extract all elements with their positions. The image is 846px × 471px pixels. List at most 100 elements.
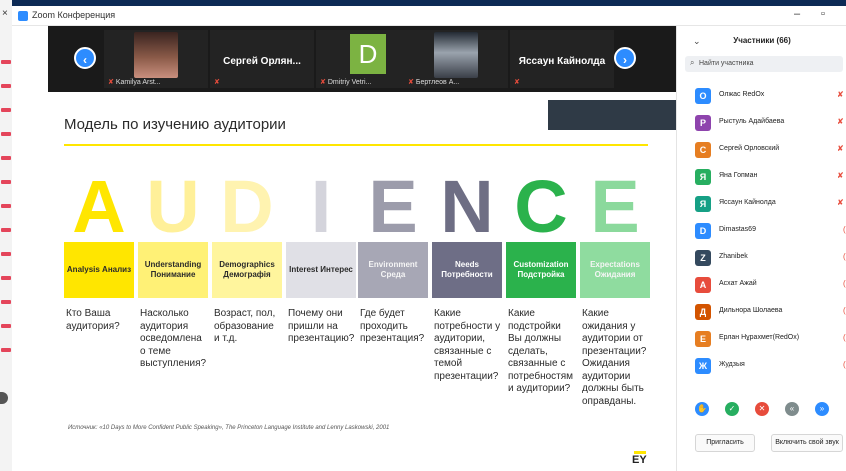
video-tile[interactable]: Яссаун Кайнолда ✘ (510, 30, 614, 88)
desktop-handle[interactable] (0, 392, 8, 404)
audience-column: E Environment Среда Где будет проходить пр… (358, 174, 428, 346)
participant-row[interactable]: Я Яссаун Кайнолда ✘ (677, 194, 846, 214)
zoom-logo-icon (18, 11, 28, 21)
participant-name: Олжас RedOx (719, 91, 765, 98)
mic-muted-icon: ✘ (514, 79, 520, 86)
mic-muted-icon: ( (843, 360, 846, 369)
participant-search-input[interactable]: ⌕ Найти участника (685, 56, 843, 72)
zoom-window: Zoom Конференция – ▫ ‹ ✘ Kamilya Arst... … (12, 6, 846, 471)
tile-caption: Бертлеов А... (415, 79, 460, 86)
avatar: Ж (695, 358, 711, 374)
audience-description: Какие потребности у аудитории, связанные… (434, 308, 501, 382)
prev-page-button[interactable]: ‹ (74, 47, 96, 69)
desktop-marker (1, 324, 11, 328)
video-tile[interactable]: ✘ Бертлеов А... (404, 30, 508, 88)
avatar: Я (695, 169, 711, 185)
avatar: P (695, 115, 711, 131)
avatar: Д (695, 304, 711, 320)
avatar: С (695, 142, 711, 158)
audience-description: Возраст, пол, образование и т.д. (214, 308, 276, 344)
participant-name: Zhanibek (719, 253, 748, 260)
slide-source: Источник: «10 Days to More Confident Pub… (68, 425, 390, 431)
participant-row[interactable]: Ж Жудзыя ( (677, 356, 846, 376)
audience-column: I Interest Интерес Почему они пришли на пр… (286, 174, 356, 346)
audience-description: Насколько аудитория осведомлена о теме в… (140, 308, 207, 369)
tile-caption: Kamilya Arst... (115, 79, 161, 86)
desktop-marker (1, 252, 11, 256)
title-bar: Zoom Конференция – ▫ (12, 6, 846, 26)
avatar: O (695, 88, 711, 104)
audience-description: Кто Ваша аудитория? (66, 308, 120, 332)
search-placeholder: Найти участника (699, 60, 754, 67)
participants-panel: ⌄ Участники (66) ⌕ Найти участника O Олжа… (676, 26, 846, 471)
panel-title: Участники (66) (733, 36, 791, 45)
participant-row[interactable]: D Dimastas69 ( (677, 221, 846, 241)
tile-name: Сергей Орлян... (223, 56, 301, 67)
invite-button[interactable]: Пригласить (695, 434, 755, 452)
unmute-self-button[interactable]: Включить свой звук (771, 434, 843, 452)
mic-muted-icon: ✘ (837, 171, 844, 180)
participant-video (434, 32, 478, 78)
desktop-marker (1, 348, 11, 352)
mic-muted-icon: ( (843, 279, 846, 288)
participant-name: Дильнора Шолаева (719, 307, 783, 314)
audience-description: Почему они пришли на презентацию? (288, 308, 355, 344)
participant-row[interactable]: С Сергей Орловский ✘ (677, 140, 846, 160)
slide-dark-block (548, 100, 676, 130)
participant-row[interactable]: Я Яна Гопман ✘ (677, 167, 846, 187)
participant-name: Яссаун Кайнолда (719, 199, 776, 206)
audience-column: N Needs Потребности Какие потребности у ау… (432, 174, 502, 383)
audience-column: C Customization Подстройка Какие подстройк… (506, 174, 576, 396)
participant-row[interactable]: Д Дильнора Шолаева ( (677, 302, 846, 322)
participant-video (134, 32, 178, 78)
participant-row[interactable]: P Рыстуль Адайбаева ✘ (677, 113, 846, 133)
slide-divider (64, 144, 648, 146)
raise-hand-icon[interactable]: ✋ (695, 402, 709, 416)
next-page-button[interactable]: › (614, 47, 636, 69)
audience-description: Какие подстройки Вы должны сделать, связ… (508, 308, 574, 394)
go-slower-icon[interactable]: « (785, 402, 799, 416)
yes-icon[interactable]: ✓ (725, 402, 739, 416)
go-faster-icon[interactable]: » (815, 402, 829, 416)
maximize-icon[interactable]: ▫ (816, 8, 830, 20)
participant-name: Сергей Орловский (719, 145, 780, 152)
mic-muted-icon: ✘ (837, 90, 844, 99)
audience-letter: I (310, 174, 332, 240)
desktop-marker (1, 300, 11, 304)
audience-column: A Analysis Анализ Кто Ваша аудитория? (64, 174, 134, 333)
desktop-left-edge: × (0, 0, 12, 471)
audience-letter: D (220, 174, 274, 240)
avatar: Я (695, 196, 711, 212)
participant-row[interactable]: А Асхат Ажай ( (677, 275, 846, 295)
audience-label: Interest Интерес (286, 242, 356, 298)
participant-row[interactable]: Z Zhanibek ( (677, 248, 846, 268)
audience-label: Needs Потребности (432, 242, 502, 298)
audience-letter: U (146, 174, 200, 240)
avatar: Е (695, 331, 711, 347)
mic-muted-icon: ✘ (837, 144, 844, 153)
video-tile[interactable]: ✘ Kamilya Arst... (104, 30, 208, 88)
avatar: А (695, 277, 711, 293)
video-tile[interactable]: Сергей Орлян... ✘ (210, 30, 314, 88)
audience-letter: E (590, 174, 640, 240)
window-title: Zoom Конференция (32, 10, 116, 20)
desktop-marker (1, 228, 11, 232)
desktop-marker (1, 60, 11, 64)
participant-name: Ерлан Нұрахмет(RedOx) (719, 334, 800, 341)
mic-muted-icon: ✘ (108, 79, 114, 86)
tile-name: Яссаун Кайнолда (518, 56, 606, 67)
audience-description: Где будет проходить презентация? (360, 308, 425, 344)
desktop-marker (1, 84, 11, 88)
participant-row[interactable]: O Олжас RedOx ✘ (677, 86, 846, 106)
participant-row[interactable]: Е Ерлан Нұрахмет(RedOx) ( (677, 329, 846, 349)
minimize-icon[interactable]: – (790, 8, 804, 20)
close-icon[interactable]: × (2, 8, 8, 19)
desktop-marker (1, 108, 11, 112)
audience-letter: N (440, 174, 494, 240)
desktop-marker (1, 204, 11, 208)
audience-column: D Demographics Демографія Возраст, пол, об… (212, 174, 282, 346)
participant-name: Dimastas69 (719, 226, 756, 233)
audience-column: U Understanding Понимание Насколько аудито… (138, 174, 208, 371)
avatar: D (695, 223, 711, 239)
no-icon[interactable]: ✕ (755, 402, 769, 416)
